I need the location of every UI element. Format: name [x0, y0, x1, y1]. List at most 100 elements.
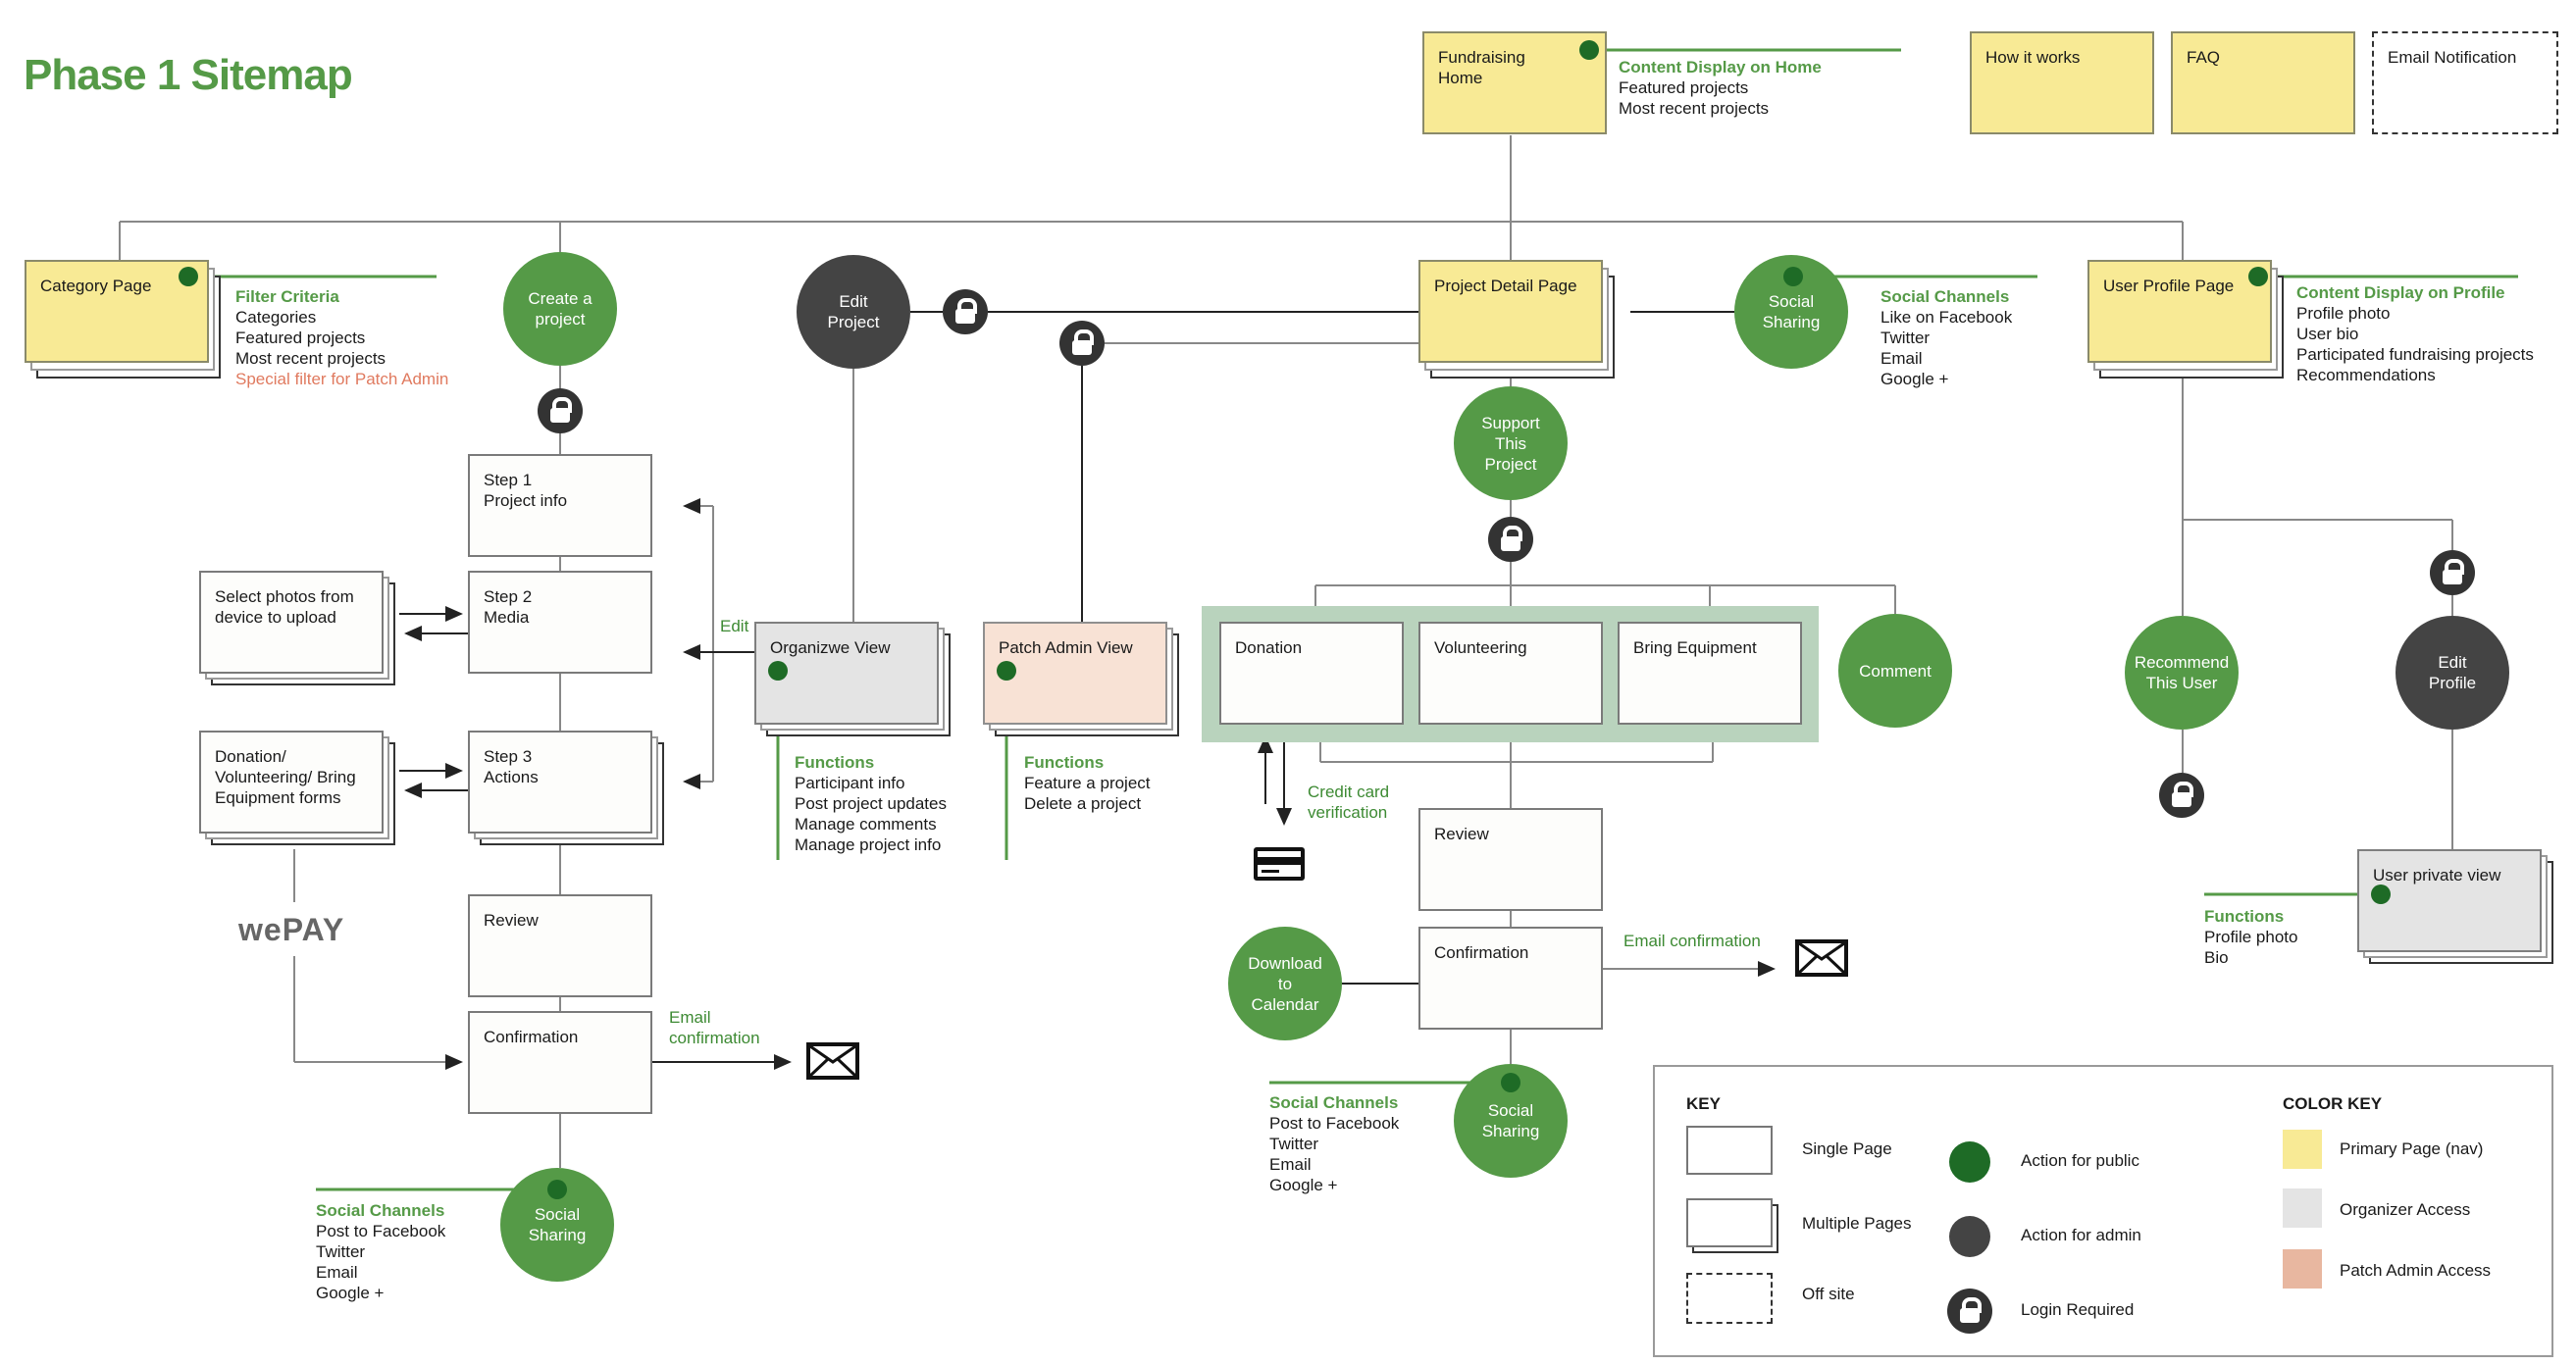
function-item: Profile photo [2204, 928, 2298, 946]
support-confirmation-page[interactable]: Confirmation [1418, 927, 1603, 1030]
step3-subtitle: Actions [484, 768, 539, 786]
create-confirmation-page[interactable]: Confirmation [468, 1011, 652, 1114]
private-view-functions-note: Functions Profile photo Bio [2204, 906, 2297, 968]
social-note-item: Twitter [1269, 1135, 1319, 1153]
edit-profile-action[interactable]: Edit Profile [2396, 616, 2509, 730]
profile-note-heading: Content Display on Profile [2296, 283, 2505, 302]
patch-admin-view-label: Patch Admin View [999, 638, 1133, 657]
user-profile-page[interactable]: User Profile Page [2087, 260, 2272, 363]
comment-label: Comment [1859, 661, 1932, 681]
support-email-label: Email confirmation [1623, 932, 1761, 950]
step2-media[interactable]: Step 2 Media [468, 571, 652, 674]
edit-profile-label: Edit Profile [2428, 653, 2477, 692]
function-item: Delete a project [1024, 794, 1142, 813]
social-note-item: Email [1880, 349, 1923, 368]
single-page-symbol [1686, 1126, 1773, 1175]
primary-page-swatch [2283, 1130, 2322, 1169]
social-sharing-label: Social Sharing [1481, 1101, 1540, 1140]
profile-note-item: Recommendations [2296, 366, 2436, 384]
support-confirmation-label: Confirmation [1434, 943, 1529, 962]
home-note-item: Most recent projects [1619, 99, 1770, 118]
select-photos-page[interactable]: Select photos from device to upload [199, 571, 384, 674]
off-site-symbol [1686, 1273, 1773, 1324]
create-project-action[interactable]: Create a project [503, 252, 617, 366]
public-action-symbol [1949, 1141, 1990, 1183]
profile-note-item: Profile photo [2296, 304, 2391, 323]
single-page-label: Single Page [1802, 1139, 1892, 1158]
step1-project-info[interactable]: Step 1 Project info [468, 454, 652, 557]
legend-key: KEY Single Page Multiple Pages Off site … [1653, 1065, 2553, 1357]
download-calendar-action[interactable]: Download to Calendar [1228, 927, 1342, 1040]
social-note-heading: Social Channels [1880, 287, 2010, 306]
step3-actions[interactable]: Step 3 Actions [468, 731, 652, 834]
recommend-user-label: Recommend This User [2134, 653, 2230, 692]
create-confirmation-label: Confirmation [484, 1028, 579, 1046]
annotation-dot [2371, 885, 2391, 904]
how-it-works-label: How it works [1985, 48, 2081, 67]
project-detail-page[interactable]: Project Detail Page [1418, 260, 1603, 363]
support-review-label: Review [1434, 825, 1489, 843]
lock-icon [2430, 550, 2475, 595]
action-forms-page[interactable]: Donation/ Volunteering/ Bring Equipment … [199, 731, 384, 834]
annotation-dot [1783, 267, 1803, 286]
social-note-item: Like on Facebook [1880, 308, 2013, 327]
profile-note-item: User bio [2296, 325, 2359, 343]
social-note-item: Email [316, 1263, 358, 1282]
step1-title: Step 1 [484, 471, 533, 489]
function-item: Manage comments [795, 815, 937, 834]
social-note-item: Post to Facebook [316, 1222, 446, 1240]
lock-icon [1947, 1289, 1992, 1334]
how-it-works-page[interactable]: How it works [1970, 31, 2154, 134]
annotation-dot [997, 661, 1016, 681]
faq-page[interactable]: FAQ [2171, 31, 2355, 134]
bring-equipment-page[interactable]: Bring Equipment [1618, 622, 1802, 725]
donation-page[interactable]: Donation [1219, 622, 1404, 725]
social-note-item: Twitter [316, 1242, 366, 1261]
color-key-heading: COLOR KEY [2283, 1094, 2383, 1113]
home-note-item: Featured projects [1619, 78, 1749, 97]
support-review-page[interactable]: Review [1418, 808, 1603, 911]
annotation-dot [1579, 40, 1599, 60]
organizer-access-swatch [2283, 1188, 2322, 1228]
credit-card-icon [1254, 847, 1305, 881]
annotation-dot [547, 1180, 567, 1199]
edit-label: Edit [720, 617, 749, 635]
step3-title: Step 3 [484, 747, 533, 766]
comment-action[interactable]: Comment [1838, 614, 1952, 728]
patch-admin-access-swatch [2283, 1249, 2322, 1289]
lock-icon [1488, 517, 1533, 562]
volunteering-page[interactable]: Volunteering [1418, 622, 1603, 725]
social-note-heading: Social Channels [316, 1201, 445, 1220]
create-review-page[interactable]: Review [468, 894, 652, 997]
home-note-heading: Content Display on Home [1619, 58, 1822, 76]
email-notification-offsite[interactable]: Email Notification [2372, 31, 2558, 134]
support-project-action[interactable]: Support This Project [1454, 386, 1568, 500]
primary-page-label: Primary Page (nav) [2340, 1139, 2484, 1158]
create-social-note: Social Channels Post to Facebook Twitter… [316, 1200, 445, 1303]
create-review-label: Review [484, 911, 539, 930]
credit-card-label: Credit card verification [1308, 783, 1390, 822]
home-content-note: Content Display on Home Featured project… [1619, 57, 1822, 119]
download-calendar-label: Download to Calendar [1248, 953, 1322, 1014]
off-site-label: Off site [1802, 1285, 1855, 1303]
category-page-label: Category Page [40, 277, 152, 295]
key-heading: KEY [1686, 1094, 1721, 1113]
function-item: Post project updates [795, 794, 947, 813]
social-note-item: Google + [1880, 370, 1949, 388]
step2-subtitle: Media [484, 608, 530, 627]
lock-icon [1059, 321, 1105, 366]
user-profile-label: User Profile Page [2103, 277, 2235, 295]
filter-note-item: Most recent projects [235, 349, 386, 368]
step2-title: Step 2 [484, 587, 533, 606]
support-social-note: Social Channels Post to Facebook Twitter… [1269, 1092, 1399, 1195]
annotation-dot [768, 661, 788, 681]
project-detail-label: Project Detail Page [1434, 277, 1577, 295]
action-admin-label: Action for admin [2021, 1226, 2141, 1244]
function-item: Bio [2204, 948, 2229, 967]
recommend-user-action[interactable]: Recommend This User [2125, 616, 2239, 730]
edit-project-label: Edit Project [827, 292, 880, 331]
filter-note-item: Categories [235, 308, 317, 327]
action-forms-label: Donation/ Volunteering/ Bring Equipment … [215, 747, 356, 807]
create-project-label: Create a project [528, 289, 592, 329]
edit-project-action[interactable]: Edit Project [797, 255, 910, 369]
